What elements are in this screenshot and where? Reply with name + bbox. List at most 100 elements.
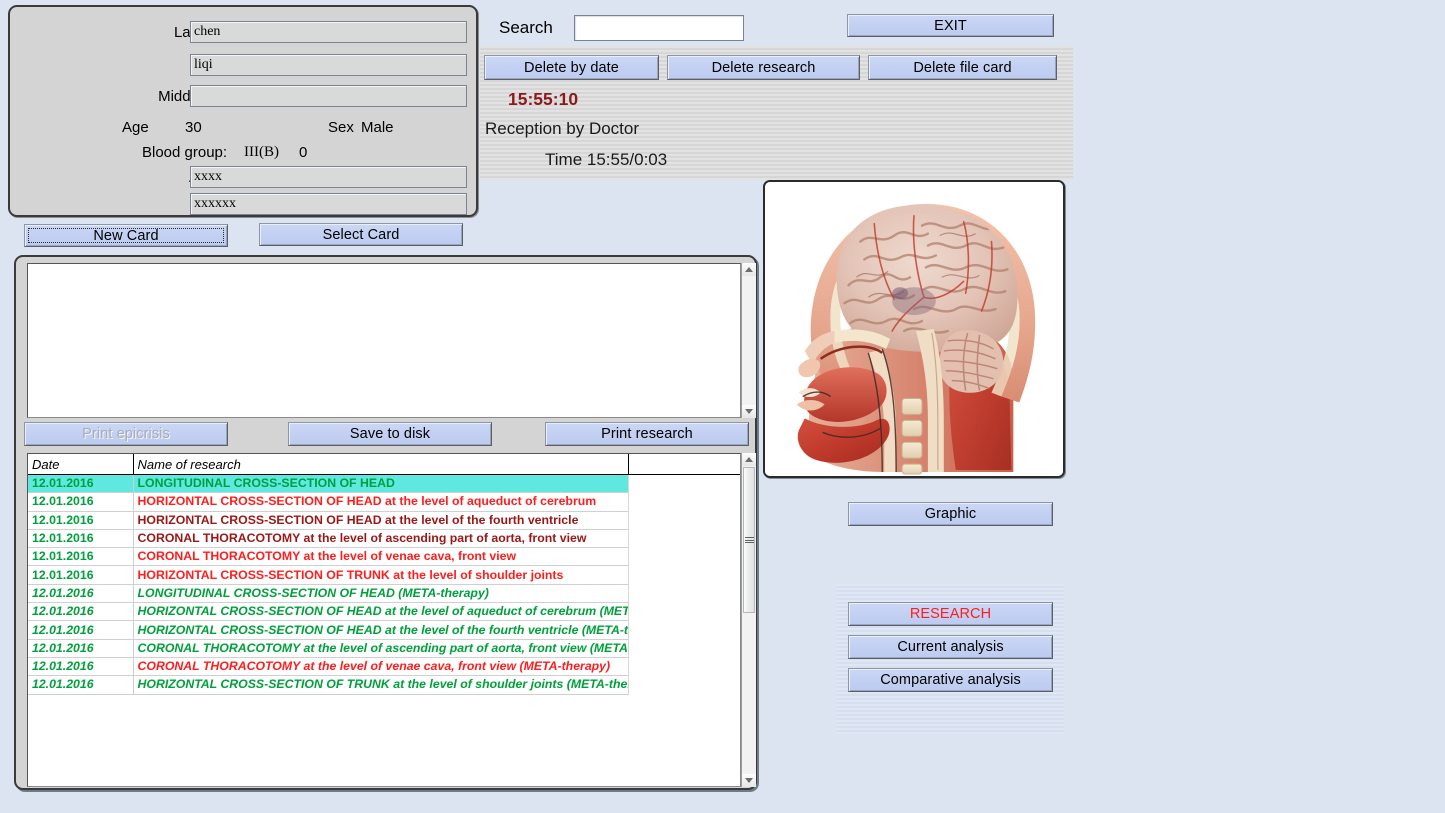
search-label: Search xyxy=(499,18,553,37)
sex-label: Sex xyxy=(328,119,354,136)
age-label: Age xyxy=(122,119,149,136)
notes-scroll-up-icon[interactable] xyxy=(742,263,756,276)
row-extra xyxy=(628,566,740,584)
row-date: 12.01.2016 xyxy=(28,657,134,677)
new-card-button[interactable]: New Card xyxy=(24,224,228,247)
search-input[interactable] xyxy=(574,15,744,41)
first-name-field[interactable]: liqi xyxy=(190,54,467,76)
row-extra xyxy=(628,493,740,511)
delete-research-button[interactable]: Delete research xyxy=(667,55,860,80)
current-analysis-button[interactable]: Current analysis xyxy=(848,635,1053,659)
list-scroll-thumb[interactable] xyxy=(743,467,755,613)
row-extra xyxy=(628,603,740,621)
row-extra xyxy=(628,639,740,657)
row-research-name: CORONAL THORACOTOMY at the level of asce… xyxy=(133,639,629,658)
row-date: 12.01.2016 xyxy=(28,474,134,494)
patient-card-panel: Last name chen Name liqi Middle name Age… xyxy=(8,5,478,217)
select-card-button[interactable]: Select Card xyxy=(259,223,463,246)
row-date: 12.01.2016 xyxy=(28,511,134,530)
exit-button[interactable]: EXIT xyxy=(847,14,1054,37)
list-scroll-down-icon[interactable] xyxy=(742,774,756,787)
row-research-name: HORIZONTAL CROSS-SECTION OF HEAD at the … xyxy=(133,620,629,640)
column-header-date[interactable]: Date xyxy=(28,454,134,475)
table-row[interactable]: 12.01.2016 HORIZONTAL CROSS-SECTION OF HE… xyxy=(28,492,740,512)
middle-name-field[interactable] xyxy=(190,85,467,107)
row-date: 12.01.2016 xyxy=(28,675,134,695)
column-header-name[interactable]: Name of research xyxy=(133,454,629,475)
table-row[interactable]: 12.01.2016 LONGITUDINAL CROSS-SECTION OF … xyxy=(28,584,740,604)
notes-textarea-value xyxy=(28,264,740,272)
research-image-frame[interactable] xyxy=(763,180,1065,478)
blood-group-value: III(B) xyxy=(244,144,279,160)
research-list[interactable]: Date Name of research 12.01.2016 LONGITUD… xyxy=(27,453,741,787)
head-cross-section-image xyxy=(765,182,1063,476)
save-to-disk-button[interactable]: Save to disk xyxy=(288,422,492,446)
print-research-button[interactable]: Print research xyxy=(545,422,749,446)
row-extra xyxy=(628,474,740,493)
table-row[interactable]: 12.01.2016 LONGITUDINAL CROSS-SECTION OF … xyxy=(28,474,740,494)
row-date: 12.01.2016 xyxy=(28,529,134,549)
table-row[interactable]: 12.01.2016 HORIZONTAL CROSS-SECTION OF HE… xyxy=(28,511,740,530)
sex-value: Male xyxy=(361,119,394,136)
row-research-name: CORONAL THORACOTOMY at the level of vena… xyxy=(133,547,629,567)
table-row[interactable]: 12.01.2016 CORONAL THORACOTOMY at the lev… xyxy=(28,547,740,567)
list-scroll-up-icon[interactable] xyxy=(742,453,756,466)
row-research-name: LONGITUDINAL CROSS-SECTION OF HEAD xyxy=(133,474,629,494)
last-name-field[interactable]: chen xyxy=(190,21,467,43)
research-table: Date Name of research 12.01.2016 LONGITUD… xyxy=(28,454,740,695)
table-row[interactable]: 12.01.2016 CORONAL THORACOTOMY at the lev… xyxy=(28,657,740,677)
row-date: 12.01.2016 xyxy=(28,584,134,604)
research-button[interactable]: RESEARCH xyxy=(848,602,1053,626)
research-table-body: 12.01.2016 LONGITUDINAL CROSS-SECTION OF … xyxy=(28,474,740,695)
row-date: 12.01.2016 xyxy=(28,620,134,640)
row-date: 12.01.2016 xyxy=(28,602,134,622)
row-extra xyxy=(628,548,740,566)
table-row[interactable]: 12.01.2016 CORONAL THORACOTOMY at the lev… xyxy=(28,529,740,549)
row-extra xyxy=(628,529,740,547)
row-date: 12.01.2016 xyxy=(28,492,134,512)
research-button-label: RESEARCH xyxy=(909,606,992,622)
graphic-button[interactable]: Graphic xyxy=(848,502,1053,526)
row-research-name: CORONAL THORACOTOMY at the level of asce… xyxy=(133,529,629,549)
table-row[interactable]: 12.01.2016 CORONAL THORACOTOMY at the lev… xyxy=(28,639,740,658)
table-row[interactable]: 12.01.2016 HORIZONTAL CROSS-SECTION OF HE… xyxy=(28,602,740,622)
table-row[interactable]: 12.01.2016 HORIZONTAL CROSS-SECTION OF HE… xyxy=(28,620,740,640)
phone-field[interactable]: xxxxxx xyxy=(190,193,467,215)
row-extra xyxy=(628,584,740,602)
reception-label: Reception by Doctor xyxy=(485,119,640,138)
row-research-name: HORIZONTAL CROSS-SECTION OF TRUNK at the… xyxy=(133,565,629,585)
row-date: 12.01.2016 xyxy=(28,547,134,567)
comparative-analysis-button[interactable]: Comparative analysis xyxy=(848,668,1053,692)
table-row[interactable]: 12.01.2016 HORIZONTAL CROSS-SECTION OF TR… xyxy=(28,565,740,585)
delete-by-date-button[interactable]: Delete by date xyxy=(484,55,659,80)
row-extra xyxy=(628,657,740,675)
row-extra xyxy=(628,621,740,639)
notes-scroll-down-icon[interactable] xyxy=(742,405,756,418)
row-research-name: HORIZONTAL CROSS-SECTION OF HEAD at the … xyxy=(133,492,629,512)
notes-textarea[interactable] xyxy=(27,263,741,418)
print-epicrisis-button: Print epicrisis xyxy=(24,422,228,446)
row-research-name: HORIZONTAL CROSS-SECTION OF HEAD at the … xyxy=(133,602,629,622)
row-extra xyxy=(628,511,740,529)
research-panel: Print epicrisis Save to disk Print resea… xyxy=(14,255,757,790)
research-list-scrollbar[interactable] xyxy=(741,453,756,787)
delete-file-card-button[interactable]: Delete file card xyxy=(868,55,1057,80)
blood-group-label: Blood group: xyxy=(142,144,228,161)
notes-scrollbar[interactable] xyxy=(741,263,756,418)
table-row[interactable]: 12.01.2016 HORIZONTAL CROSS-SECTION OF TR… xyxy=(28,675,740,695)
session-clock: 15:55:10 xyxy=(508,89,579,109)
age-value: 30 xyxy=(185,119,202,136)
session-elapsed-time: Time 15:55/0:03 xyxy=(545,150,668,169)
rh-factor-value: 0 xyxy=(299,144,308,161)
row-date: 12.01.2016 xyxy=(28,565,134,585)
search-input-value xyxy=(575,16,743,24)
row-research-name: HORIZONTAL CROSS-SECTION OF HEAD at the … xyxy=(133,511,629,530)
row-date: 12.01.2016 xyxy=(28,639,134,658)
address-field[interactable]: xxxx xyxy=(190,166,467,188)
row-extra xyxy=(628,676,740,694)
row-research-name: CORONAL THORACOTOMY at the level of vena… xyxy=(133,657,629,677)
column-header-extra[interactable] xyxy=(628,454,740,475)
row-research-name: HORIZONTAL CROSS-SECTION OF TRUNK at the… xyxy=(133,675,629,695)
table-header-row: Date Name of research xyxy=(28,454,740,475)
row-research-name: LONGITUDINAL CROSS-SECTION OF HEAD (META… xyxy=(133,584,629,604)
